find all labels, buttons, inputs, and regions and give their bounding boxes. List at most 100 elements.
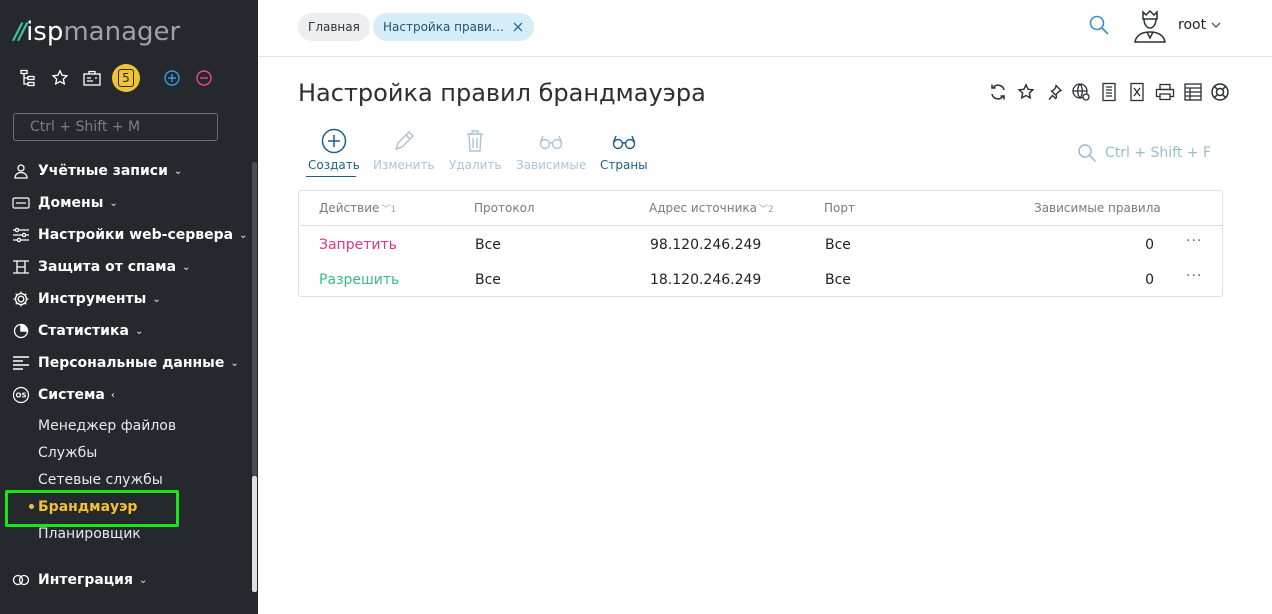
table-header: Действие ﹀1 Протокол Адрес источника ﹀2 По… [299,191,1222,226]
plus-circle-icon[interactable] [160,66,184,90]
refresh-icon[interactable] [987,81,1009,103]
sidebar-item-tools[interactable]: Инструменты ⌄ [12,283,161,315]
glasses-icon [612,135,636,150]
tab-firewall-rules[interactable]: Настройка прави… [373,13,534,41]
tab-home[interactable]: Главная [298,13,370,41]
chevron-down-icon: ⌄ [138,574,148,586]
sidebar-item-accounts[interactable]: Учётные записи ⌄ [12,155,182,187]
filter-placeholder: Ctrl + Shift + F [1105,145,1212,161]
delete-button[interactable]: Удалить [449,128,502,176]
row-menu-button[interactable]: ··· [1186,268,1202,284]
user-name[interactable]: root [1178,17,1206,33]
tab-label: Настройка прави… [383,20,504,34]
column-protocol[interactable]: Протокол [474,201,535,215]
sidebar-scrollbar-track[interactable] [252,162,257,476]
sort-order: 2 [768,205,774,215]
sidebar-item-system[interactable]: OS Система ‹ [12,379,115,411]
help-lifebuoy-icon[interactable] [1209,81,1231,103]
sidebar-item-web-server[interactable]: Настройки web-сервера ⌄ [12,219,248,251]
sidebar-toolbar: 5 [16,64,224,92]
create-label: Создать [308,158,360,172]
chevron-down-icon[interactable] [1210,19,1222,31]
sort-indicator: ﹀1 [381,205,397,215]
search-icon[interactable] [1088,14,1110,36]
logo-isp: isp [26,17,64,47]
column-label: Действие [319,201,380,215]
create-underline [306,176,356,177]
minus-circle-icon[interactable] [192,66,216,90]
column-port[interactable]: Порт [824,201,855,215]
table-settings-icon[interactable] [1182,81,1204,103]
dependent-button[interactable]: Зависимые [516,128,586,176]
chevron-down-icon: ⌄ [173,165,183,177]
notification-badge[interactable]: 5 [112,64,140,92]
sidebar-subitem-scheduler[interactable]: Планировщик [38,520,141,547]
os-icon: OS [12,386,30,404]
table-row[interactable]: Разрешить Все 18.120.246.249 Все 0 ··· [299,262,1222,297]
print-icon[interactable] [1154,81,1176,103]
cell-protocol: Все [475,237,501,253]
chevron-down-icon: ⌄ [109,197,118,209]
chevron-down-icon: ⌄ [134,325,144,337]
sidebar-item-label: Персональные данные [38,355,225,371]
cell-source: 98.120.246.249 [650,237,762,253]
plus-circle-icon [321,128,347,154]
edit-button[interactable]: Изменить [373,128,435,176]
column-label: Адрес источника [649,201,757,215]
cell-dependent: 0 [1145,272,1154,288]
cell-port: Все [825,237,851,253]
sort-indicator: ﹀2 [758,205,774,215]
countries-label: Страны [600,158,648,172]
globe-settings-icon[interactable] [1070,81,1092,103]
column-dependent[interactable]: Зависимые правила [1034,201,1161,215]
glasses-icon [539,135,563,150]
sidebar-item-integration[interactable]: Интеграция ⌄ [12,564,147,596]
link-icon [12,571,30,589]
table-row[interactable]: Запретить Все 98.120.246.249 Все 0 ··· [299,227,1222,262]
chevron-down-icon: ⌄ [239,229,248,241]
chevron-down-icon: ⌄ [152,293,161,305]
sidebar-search-input[interactable]: Ctrl + Shift + M [13,113,218,141]
sort-order: 1 [390,205,397,215]
tree-icon[interactable] [16,66,40,90]
sliders-icon [12,226,30,244]
logo[interactable]: // isp manager [14,16,180,48]
app-window: // isp manager 5 Ctrl + Shift + M Учётны… [0,0,1272,614]
avatar-icon[interactable] [1132,8,1168,44]
column-action[interactable]: Действие ﹀1 [319,201,396,215]
trash-icon [467,130,484,152]
countries-button[interactable]: Страны [600,128,648,176]
cell-protocol: Все [475,272,501,288]
star-icon[interactable] [48,66,72,90]
sidebar-subitem-network-services[interactable]: Сетевые службы [38,466,163,493]
sidebar-scrollbar-thumb[interactable] [252,476,257,592]
dependent-label: Зависимые [516,158,587,172]
search-icon [1078,144,1097,163]
pin-icon[interactable] [1043,81,1065,103]
chevron-down-icon: ⌄ [182,261,191,273]
column-label: Протокол [474,201,535,215]
close-icon[interactable] [511,20,525,34]
cell-dependent: 0 [1145,237,1154,253]
page-title: Настройка правил брандмауэра [298,79,706,107]
create-button[interactable]: Создать [308,128,360,176]
sidebar-item-personal-data[interactable]: Персональные данные ⌄ [12,347,239,379]
sidebar-item-spam[interactable]: Защита от спама ⌄ [12,251,190,283]
chevron-left-icon: ‹ [110,389,116,401]
rules-table: Действие ﹀1 Протокол Адрес источника ﹀2 По… [298,190,1223,297]
table-filter-search[interactable]: Ctrl + Shift + F [1077,143,1211,163]
logo-mark: // [14,19,27,45]
sidebar-item-domains[interactable]: Домены ⌄ [12,187,118,219]
list-icon [12,354,30,372]
sidebar-item-statistics[interactable]: Статистика ⌄ [12,315,143,347]
document-icon[interactable] [1098,81,1120,103]
column-source[interactable]: Адрес источника ﹀2 [649,201,774,215]
sidebar-subitem-services[interactable]: Службы [38,439,97,466]
pie-icon [12,322,30,340]
sidebar-subitem-file-manager[interactable]: Менеджер файлов [38,412,176,439]
briefcase-icon[interactable] [80,66,104,90]
sidebar-item-label: Интеграция [38,572,133,588]
row-menu-button[interactable]: ··· [1186,233,1202,249]
export-excel-icon[interactable] [1126,81,1148,103]
star-icon[interactable] [1015,81,1037,103]
